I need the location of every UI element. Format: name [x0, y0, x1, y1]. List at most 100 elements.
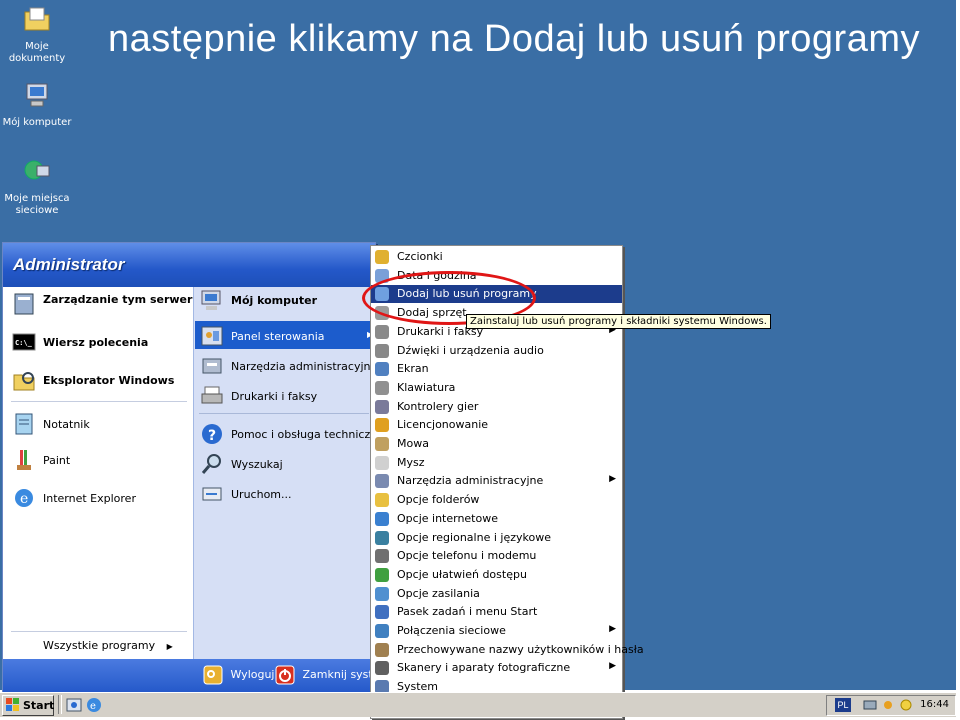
start-item-ie[interactable]: e Internet Explorer	[11, 485, 191, 511]
control-panel-applet-icon	[375, 324, 389, 339]
start-menu-footer: Wyloguj Zamknij system	[3, 659, 390, 693]
control-panel-applet-icon	[375, 642, 389, 657]
submenu-item-label: Opcje regionalne i językowe	[397, 530, 551, 544]
submenu-item[interactable]: Mysz	[371, 454, 622, 472]
submenu-item[interactable]: Opcje folderów	[371, 491, 622, 509]
arrow-right-icon: ▶	[609, 661, 616, 672]
start-item-notepad[interactable]: Notatnik	[11, 411, 191, 437]
submenu-item[interactable]: Mowa	[371, 435, 622, 453]
control-panel-applet-icon	[375, 549, 389, 564]
ie-icon[interactable]: e	[86, 697, 102, 713]
submenu-item-label: Klawiatura	[397, 380, 456, 394]
control-panel-applet-icon	[375, 511, 389, 526]
logoff-button[interactable]: Wyloguj	[203, 665, 275, 685]
computer-icon	[26, 83, 48, 107]
submenu-item[interactable]: Opcje telefonu i modemu	[371, 547, 622, 565]
svg-text:e: e	[90, 701, 96, 712]
submenu-item[interactable]: Dźwięki i urządzenia audio	[371, 342, 622, 360]
all-programs-button[interactable]: Wszystkie programy ▶	[43, 639, 173, 655]
paint-icon	[17, 450, 31, 470]
desktop-icon-my-documents[interactable]: Moje dokumenty	[2, 4, 72, 65]
submenu-item-label: Kontrolery gier	[397, 399, 479, 413]
submenu-item-label: Opcje zasilania	[397, 586, 480, 600]
submenu-item[interactable]: Opcje regionalne i językowe	[371, 529, 622, 547]
start-item-help[interactable]: ? Pomoc i obsługa techniczna	[199, 421, 384, 447]
submenu-item[interactable]: Ekran	[371, 360, 622, 378]
system-tray: PL 16:44	[826, 695, 956, 716]
svg-text:C:\_: C:\_	[15, 339, 33, 347]
control-panel-applet-icon	[375, 474, 389, 489]
separator	[11, 401, 187, 402]
submenu-item[interactable]: Pasek zadań i menu Start	[371, 603, 622, 621]
submenu-item-label: Czcionki	[397, 250, 443, 263]
submenu-item-label: Skanery i aparaty fotograficzne	[397, 661, 571, 675]
svg-text:e: e	[20, 491, 28, 507]
desktop-icon-label: Moje miejsca sieciowe	[4, 193, 70, 216]
start-item-server-manage[interactable]: Zarządzanie tym serwerem	[11, 291, 211, 321]
ie-icon: e	[15, 489, 33, 507]
user-name: Administrator	[13, 255, 125, 274]
start-item-search[interactable]: Wyszukaj	[199, 451, 369, 477]
start-item-paint[interactable]: Paint	[11, 447, 191, 473]
notepad-icon	[15, 413, 33, 435]
update-tray-icon[interactable]	[899, 698, 913, 712]
control-panel-applet-icon	[375, 343, 389, 358]
server-manage-icon	[14, 293, 34, 315]
start-item-printers[interactable]: Drukarki i faksy	[199, 383, 369, 409]
desktop-icon-network[interactable]: Moje miejsca sieciowe	[2, 156, 72, 217]
start-item-cmd[interactable]: C:\_ Wiersz polecenia	[11, 329, 191, 355]
control-panel-applet-icon	[375, 605, 389, 620]
desktop-icon-my-computer[interactable]: Mój komputer	[2, 80, 72, 129]
sun-tray-icon[interactable]	[881, 698, 895, 712]
submenu-item[interactable]: Opcje ułatwień dostępu	[371, 566, 622, 584]
taskbar: Start e PL 16:44	[0, 692, 956, 717]
network-icon	[24, 160, 50, 180]
control-panel-applet-icon	[375, 418, 389, 433]
submenu-item[interactable]: Czcionki	[371, 248, 622, 266]
start-button[interactable]: Start	[2, 695, 54, 716]
control-panel-applet-icon	[375, 399, 389, 414]
submenu-item[interactable]: Licencjonowanie	[371, 416, 622, 434]
network-tray-icon[interactable]	[863, 698, 877, 712]
submenu-item[interactable]: Połączenia sieciowe ▶	[371, 622, 622, 640]
power-icon	[275, 665, 295, 685]
submenu-item-label: Opcje internetowe	[397, 511, 498, 525]
start-item-admin-tools[interactable]: Narzędzia administracyjne	[199, 353, 377, 379]
control-panel-applet-icon	[375, 455, 389, 470]
submenu-item[interactable]: Opcje internetowe	[371, 510, 622, 528]
start-item-my-computer[interactable]: Mój komputer	[199, 287, 369, 313]
arrow-right-icon: ▶	[166, 642, 173, 651]
language-indicator[interactable]: PL	[835, 698, 851, 712]
search-icon	[201, 454, 221, 474]
explorer-icon	[13, 372, 35, 391]
control-panel-applet-icon	[375, 530, 389, 545]
tooltip: Zainstaluj lub usuń programy i składniki…	[466, 314, 771, 329]
control-panel-applet-icon	[375, 661, 389, 676]
submenu-item-label: Mowa	[397, 437, 429, 450]
submenu-item[interactable]: Skanery i aparaty fotograficzne ▶	[371, 659, 622, 677]
desktop-icon-label: Mój komputer	[2, 117, 72, 128]
clock: 16:44	[920, 699, 949, 710]
start-item-explorer[interactable]: Eksplorator Windows	[11, 367, 191, 393]
submenu-item[interactable]: Opcje zasilania	[371, 585, 622, 603]
control-panel-applet-icon	[375, 624, 389, 638]
submenu-item-label: Przechowywane nazwy użytkowników i hasła	[397, 642, 644, 656]
start-item-control-panel[interactable]: Panel sterowania ▶	[199, 323, 373, 349]
start-menu: Administrator Zarządzanie tym serwerem C…	[2, 242, 390, 694]
submenu-item[interactable]: Kontrolery gier	[371, 398, 622, 416]
control-panel-applet-icon	[375, 567, 389, 582]
submenu-item[interactable]: Klawiatura	[371, 379, 622, 397]
start-menu-left-pane: Zarządzanie tym serwerem C:\_ Wiersz pol…	[3, 287, 211, 659]
admin-tools-icon	[202, 358, 222, 374]
run-icon	[202, 487, 222, 501]
computer-icon	[201, 290, 221, 310]
folder-icon	[24, 7, 50, 31]
desktop-icon-label: Moje dokumenty	[8, 41, 66, 64]
submenu-item[interactable]: Narzędzia administracyjne ▶	[371, 472, 622, 490]
submenu-item-label: Dźwięki i urządzenia audio	[397, 343, 544, 357]
cmd-icon: C:\_	[12, 333, 36, 351]
start-item-run[interactable]: Uruchom...	[199, 481, 369, 507]
quicklaunch-icon[interactable]	[66, 697, 82, 713]
control-panel-applet-icon	[375, 250, 389, 264]
submenu-item[interactable]: Przechowywane nazwy użytkowników i hasła	[371, 641, 644, 659]
